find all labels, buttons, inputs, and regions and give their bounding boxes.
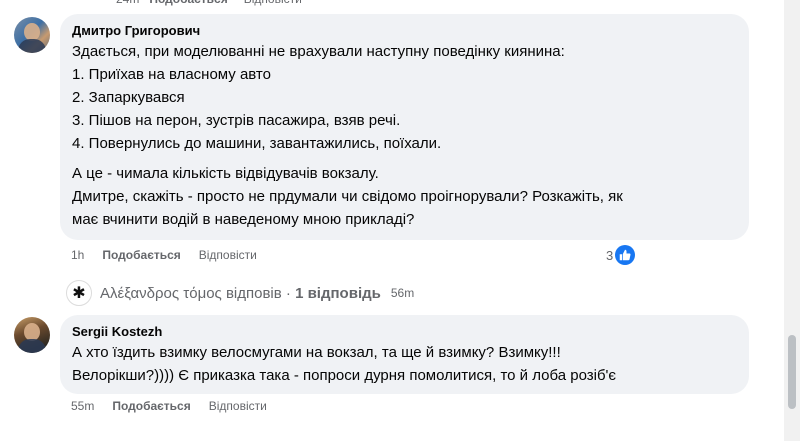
comment-line: 1. Приїхав на власному авто: [72, 66, 271, 83]
comment-line: А хто їздить взимку велосмугами на вокза…: [72, 344, 561, 361]
comment-actions: 1h Подобається Відповісти: [71, 248, 257, 262]
comment-line: Дмитре, скажіть - просто не прдумали чи …: [72, 188, 623, 205]
avatar-body: [18, 39, 46, 53]
like-button[interactable]: Подобається: [149, 0, 227, 8]
reply-button[interactable]: Відповісти: [209, 399, 267, 413]
comment-timestamp[interactable]: 1h: [71, 248, 84, 262]
comment-timestamp[interactable]: 55m: [71, 399, 94, 413]
comment-text: А хто їздить взимку велосмугами на вокза…: [72, 341, 737, 387]
comment-line: має вчинити водій в наведеному мною прик…: [72, 211, 415, 228]
reply-button[interactable]: Відповісти: [244, 0, 302, 8]
comment-bubble: Дмитро Григорович Здається, при моделюва…: [60, 14, 749, 240]
comment-line: 3. Пішов на перон, зустрів пасажира, взя…: [72, 112, 401, 129]
comment-line: А це - чимала кількість відвідувачів вок…: [72, 165, 379, 182]
comment-line: 2. Запаркувався: [72, 89, 185, 106]
comment-bubble: Sergii Kostezh А хто їздить взимку велос…: [60, 315, 749, 394]
comment-line: Здається, при моделюванні не врахували н…: [72, 43, 565, 60]
avatar[interactable]: [14, 17, 50, 53]
reply-button[interactable]: Відповісти: [199, 248, 257, 262]
avatar-body: [18, 339, 46, 353]
replies-summary-text[interactable]: Αλέξανδρος τόμος відповів · 1 відповідь: [100, 285, 381, 302]
comment-text: Здається, при моделюванні не врахували н…: [72, 40, 737, 231]
previous-comment-actions: 24m Подобається Відповісти: [116, 0, 302, 8]
comment-line: 4. Повернулись до машини, завантажились,…: [72, 135, 442, 152]
like-icon: [615, 245, 636, 265]
comment-timestamp[interactable]: 24m: [116, 0, 139, 8]
comment-author[interactable]: Дмитро Григорович: [72, 22, 737, 40]
view-replies-link[interactable]: ✱ Αλέξανδρος τόμος відповів · 1 відповід…: [66, 280, 414, 306]
replies-timestamp: 56m: [390, 286, 415, 300]
replies-count: 1 відповідь: [295, 284, 381, 302]
reaction-count: 3: [606, 247, 614, 263]
comment-actions: 55m Подобається Відповісти: [71, 399, 267, 413]
scrollbar-thumb[interactable]: [788, 335, 796, 409]
reply-author-avatar: ✱: [66, 280, 92, 306]
scrollbar[interactable]: [784, 0, 800, 441]
avatar[interactable]: [14, 317, 50, 353]
comment-line: Велорікши?)))) Є приказка така - попроси…: [72, 367, 617, 384]
like-button[interactable]: Подобається: [102, 248, 180, 262]
replies-author: Αλέξανδρος τόμος відповів ·: [100, 284, 296, 302]
like-button[interactable]: Подобається: [112, 399, 190, 413]
comment-author[interactable]: Sergii Kostezh: [72, 323, 737, 341]
reactions-summary[interactable]: 3: [606, 245, 636, 265]
